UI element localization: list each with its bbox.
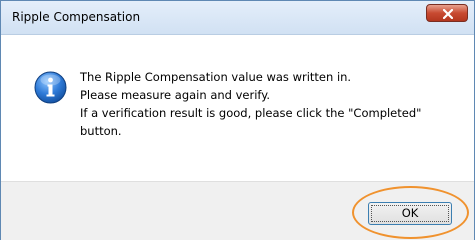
message-line: The Ripple Compensation value was writte… <box>80 70 352 84</box>
message-line: Please measure again and verify. <box>80 88 271 102</box>
close-icon <box>443 9 453 19</box>
info-icon <box>34 71 67 104</box>
title-bar: Ripple Compensation <box>1 1 474 35</box>
ok-button-label: OK <box>401 206 419 220</box>
dialog-title: Ripple Compensation <box>12 10 141 24</box>
message-line: button. <box>80 124 122 138</box>
message-line: If a verification result is good, please… <box>80 106 422 120</box>
ok-button[interactable]: OK <box>368 202 452 225</box>
close-button[interactable] <box>426 4 468 22</box>
message-text: The Ripple Compensation value was writte… <box>80 68 460 140</box>
